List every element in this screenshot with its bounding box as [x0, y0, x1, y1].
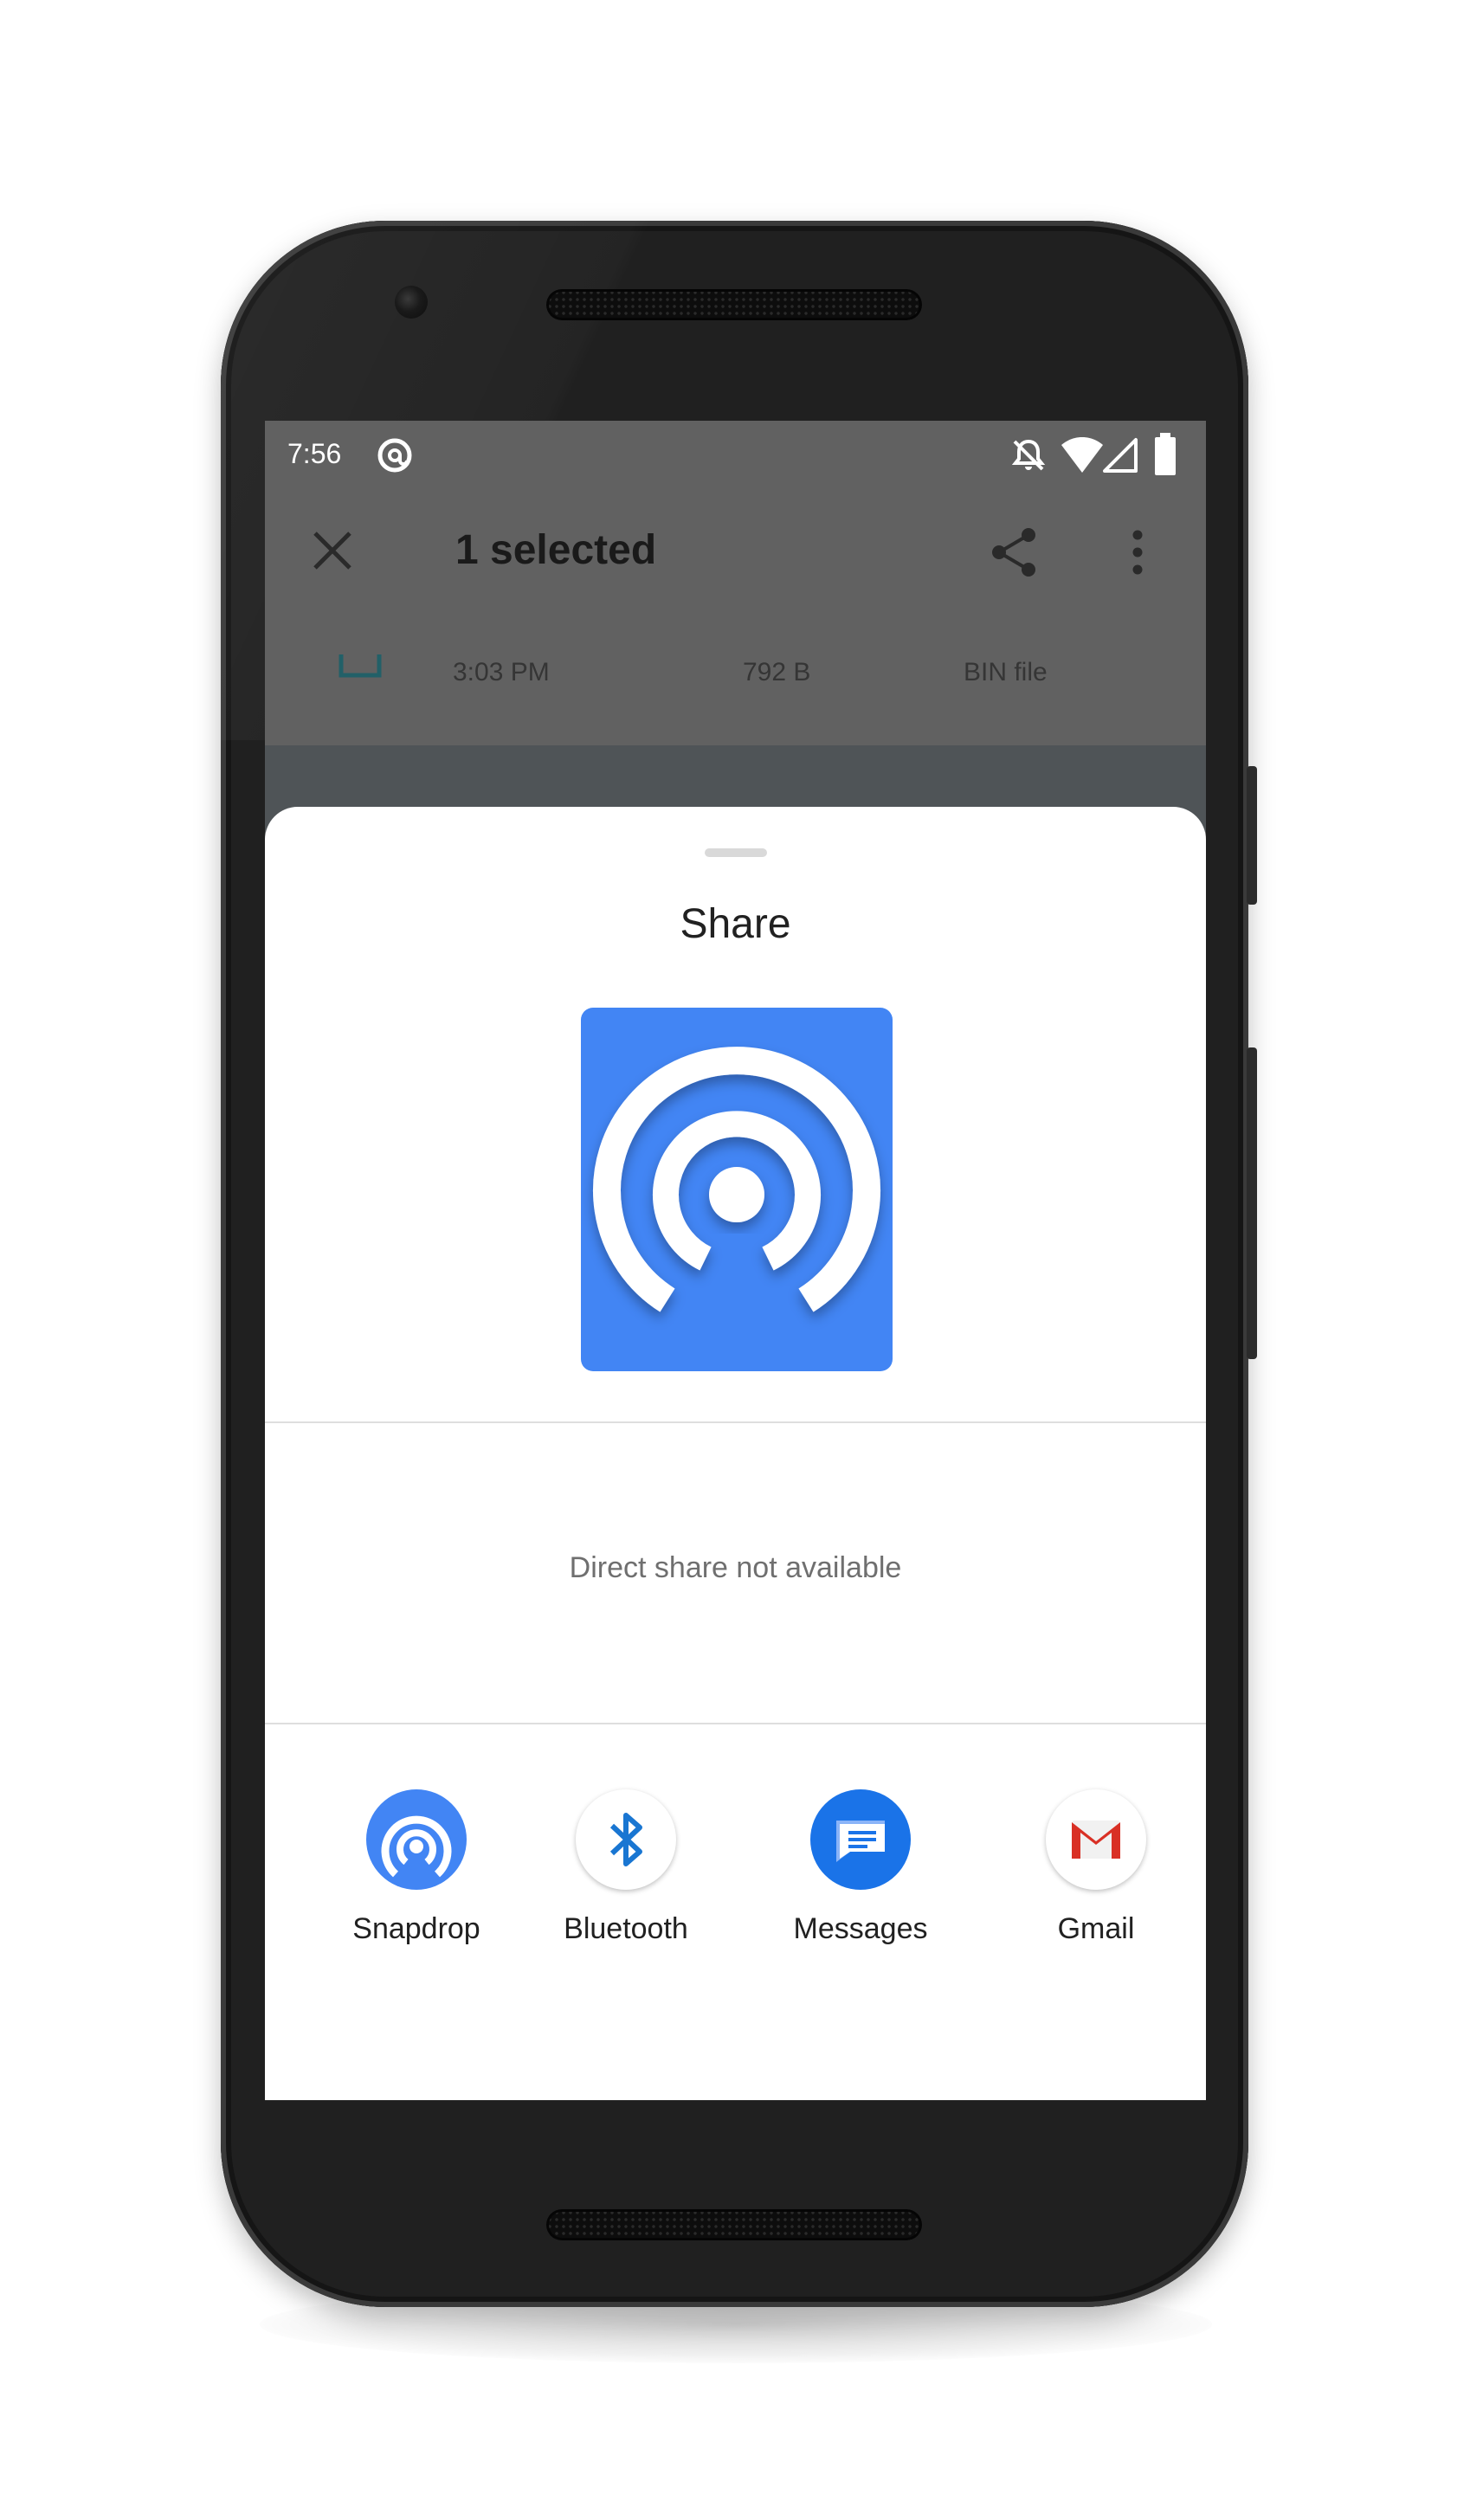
divider-bottom — [265, 1723, 1206, 1724]
phone-screen: 7:56 1 selected 3:03 PM 792 B BIN file S… — [265, 421, 1206, 2100]
bell-off-icon — [1009, 436, 1048, 479]
app-bar: 1 selected — [265, 490, 1206, 611]
snapdrop-icon — [366, 1789, 467, 1890]
share-target-label: Gmail — [1057, 1912, 1135, 1945]
close-icon[interactable] — [308, 526, 357, 579]
at-sign-icon — [374, 435, 416, 480]
drag-handle[interactable] — [705, 848, 767, 857]
selection-title: 1 selected — [455, 527, 657, 573]
share-target-messages[interactable]: Messages — [757, 1789, 964, 1980]
status-bar: 7:56 — [265, 421, 1206, 490]
bottom-speaker — [546, 2209, 922, 2240]
file-size: 792 B — [743, 658, 811, 686]
messages-icon — [810, 1789, 911, 1890]
share-sheet: Share Direct share not available Snapdro… — [265, 807, 1206, 2100]
front-camera — [395, 286, 428, 319]
file-type: BIN file — [964, 658, 1048, 686]
share-target-label: Snapdrop — [352, 1912, 480, 1945]
share-target-label: Bluetooth — [564, 1912, 688, 1945]
volume-button — [1247, 1047, 1257, 1359]
snapdrop-broadcast-icon — [593, 1047, 880, 1312]
content-preview — [581, 1008, 893, 1371]
bluetooth-icon — [576, 1789, 676, 1890]
cell-signal-icon — [1103, 436, 1138, 479]
share-icon[interactable] — [987, 525, 1042, 584]
share-target-bluetooth[interactable]: Bluetooth — [522, 1789, 730, 1980]
gmail-icon — [1046, 1789, 1146, 1890]
share-target-label: Messages — [793, 1912, 928, 1945]
divider-top — [265, 1421, 1206, 1423]
status-time: 7:56 — [287, 438, 342, 469]
share-target-gmail[interactable]: Gmail — [992, 1789, 1200, 1980]
wifi-icon — [1060, 435, 1105, 479]
top-speaker — [546, 289, 922, 320]
file-time: 3:03 PM — [453, 658, 550, 686]
file-icon — [338, 653, 383, 683]
share-sheet-title: Share — [680, 901, 791, 947]
more-vert-icon[interactable] — [1129, 528, 1146, 581]
share-target-snapdrop[interactable]: Snapdrop — [313, 1789, 520, 1980]
battery-icon — [1153, 433, 1177, 480]
power-button — [1247, 766, 1257, 905]
direct-share-message: Direct share not available — [569, 1551, 902, 1584]
